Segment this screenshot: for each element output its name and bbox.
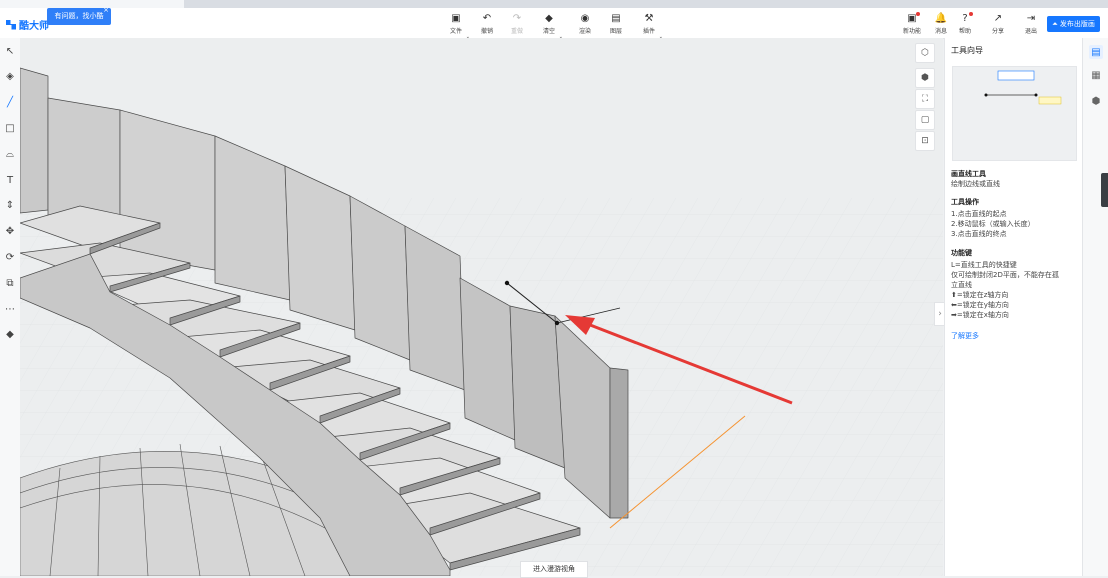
tape-measure-icon[interactable]: ⋯ (4, 303, 16, 315)
offset-tool-icon[interactable]: ⧉ (4, 277, 16, 289)
header-logout-button[interactable]: ⇥ 退出 (1019, 12, 1043, 36)
component-icon[interactable]: ⬢ (1089, 94, 1103, 108)
toolbar-label: 图层 (609, 28, 622, 35)
scene-canvas[interactable] (20, 38, 943, 576)
top-header: 酷大师 ▣ 文件 ⌄ ↶ 撤销 ↷ 重做 ◆ 清空 ⌄ ◉ 渲染 ▤ 图层 ⚒ 插件 ⌄ ▣ 新功能 🔔 消息? 帮助 ↗… (0, 8, 1108, 41)
toolbar-label: 插件 (642, 28, 655, 35)
function-key-item: ➡=锁定在x轴方向 (951, 311, 1009, 319)
toolbar-label: 渲染 (578, 28, 591, 35)
walk-mode-button[interactable]: 进入漫游视角 (520, 561, 588, 578)
toolbar-redo-button[interactable]: ↷ 重做 (505, 12, 529, 36)
logo-text: 酷大师 (19, 21, 49, 32)
toolbar-file-button[interactable]: ▣ 文件 ⌄ (444, 12, 470, 41)
toolbar-label: 撤销 (480, 28, 493, 35)
header-label: 分享 (991, 28, 1004, 35)
header-new-feature-button[interactable]: ▣ 新功能 (900, 12, 924, 35)
logout-icon: ⇥ (1026, 12, 1036, 24)
arc-tool-icon[interactable]: ⌓ (4, 148, 16, 160)
close-icon[interactable]: × (103, 2, 109, 19)
learn-more-link[interactable]: 了解更多 (951, 331, 979, 341)
side-drawer-handle[interactable] (1101, 173, 1108, 207)
material-icon[interactable]: ▦ (1089, 68, 1103, 82)
operations-title: 工具操作 (951, 198, 979, 206)
file-icon: ▣ (451, 12, 461, 24)
help-bubble-text: 有问题，找小酷 (54, 12, 104, 20)
plugin-icon: ⚒ (644, 12, 654, 24)
toolbar-undo-button[interactable]: ↶ 撤销 (475, 12, 499, 36)
function-key-item: ⬅=锁定在y轴方向 (951, 301, 1009, 309)
header-bell-button[interactable]: 🔔 消息 (929, 12, 953, 36)
clear-icon: ◆ (545, 12, 553, 24)
zoom-extents-icon[interactable]: ⛶ (915, 89, 935, 109)
browser-tab-strip (0, 0, 1108, 8)
header-label: 新功能 (902, 28, 921, 35)
notification-dot (916, 12, 920, 16)
operation-step: 3.点击直线的终点 (951, 230, 1007, 238)
tool-guide-icon[interactable]: ▤ (1089, 45, 1103, 59)
move-tool-icon[interactable]: ✥ (4, 226, 16, 238)
function-key-item: 仅可绘制封闭2D平面，不能存在孤 (951, 271, 1059, 279)
layers-icon: ▤ (611, 12, 621, 24)
operation-step: 1.点击直线的起点 (951, 210, 1007, 218)
header-label: 退出 (1024, 28, 1037, 35)
render-icon: ◉ (580, 12, 590, 24)
redo-icon: ↷ (512, 12, 522, 24)
eraser-icon[interactable]: ◆ (4, 329, 16, 341)
active-browser-tab[interactable] (0, 0, 184, 8)
bell-icon: 🔔 (934, 12, 948, 24)
3d-viewport[interactable]: ⬡ ⬢ ⛶ ▢ ⊡ (20, 38, 943, 576)
tool-description: 绘制边线或直线 (951, 180, 1000, 188)
toolbar-layers-button[interactable]: ▤ 图层 (604, 12, 628, 36)
header-label: 消息 (934, 28, 947, 35)
select-arrow-icon[interactable]: ↖ (4, 45, 16, 57)
paint-bucket-icon[interactable]: ◈ (4, 71, 16, 83)
line-tool-icon[interactable]: ╱ (4, 97, 16, 109)
panel-title: 工具向导 (951, 46, 983, 55)
help-bubble[interactable]: 有问题，找小酷 × (47, 6, 111, 25)
zoom-window-icon[interactable]: ⊡ (915, 131, 935, 151)
text-tool-icon[interactable]: T (4, 174, 16, 186)
toolbar-label: 重做 (510, 28, 523, 35)
header-share-button[interactable]: ↗ 分享 (986, 12, 1010, 36)
toolbar-label: 文件 (449, 28, 462, 35)
toolbar-render-button[interactable]: ◉ 渲染 (573, 12, 597, 36)
function-keys-title: 功能键 (951, 249, 972, 257)
section-icon[interactable]: ▢ (915, 110, 935, 130)
undo-icon: ↶ (482, 12, 492, 24)
view-cube-icon[interactable]: ⬡ (915, 43, 935, 63)
notification-dot (969, 12, 973, 16)
app-logo[interactable]: 酷大师 (6, 17, 49, 32)
toolbar-clear-button[interactable]: ◆ 清空 ⌄ (537, 12, 563, 41)
toolbar-plugin-button[interactable]: ⚒ 插件 ⌄ (637, 12, 663, 41)
header-label: 帮助 (958, 28, 971, 35)
chevron-right-icon: › (938, 309, 942, 319)
function-key-item: 立直线 (951, 281, 972, 289)
publish-label: 发布出版画 (1059, 20, 1095, 28)
share-icon: ↗ (993, 12, 1003, 24)
publish-button[interactable]: ⏶ 发布出版画 (1047, 16, 1100, 32)
guide-preview (952, 66, 1077, 161)
tool-guide-panel: 工具向导 画直线工具 绘制边线或直线 工具操作 1.点击直线的起点 2.移动鼠标（… (944, 38, 1082, 576)
line-start-point (504, 280, 510, 286)
toolbar-label: 清空 (542, 28, 555, 35)
rotate-tool-icon[interactable]: ⟳ (4, 251, 16, 263)
rectangle-tool-icon[interactable]: □ (4, 122, 16, 134)
function-key-item: L=直线工具的快捷键 (951, 261, 1017, 269)
perspective-icon[interactable]: ⬢ (915, 68, 935, 88)
right-sidebar: ▤ ▦ ⬢ (1082, 38, 1108, 576)
push-pull-icon[interactable]: ⇕ (4, 200, 16, 212)
function-key-item: ⬆=锁定在z轴方向 (951, 291, 1009, 299)
header-help-button[interactable]: ? 帮助 (953, 12, 977, 35)
logo-mark-icon (6, 20, 16, 30)
line-end-point (554, 320, 560, 326)
left-toolbar: ↖ ◈ ╱ □ ⌓ T ⇕ ✥ ⟳ ⧉ ⋯ ◆ (0, 38, 21, 576)
tool-name: 画直线工具 (951, 170, 986, 178)
operation-step: 2.移动鼠标（或输入长度） (951, 220, 1035, 228)
